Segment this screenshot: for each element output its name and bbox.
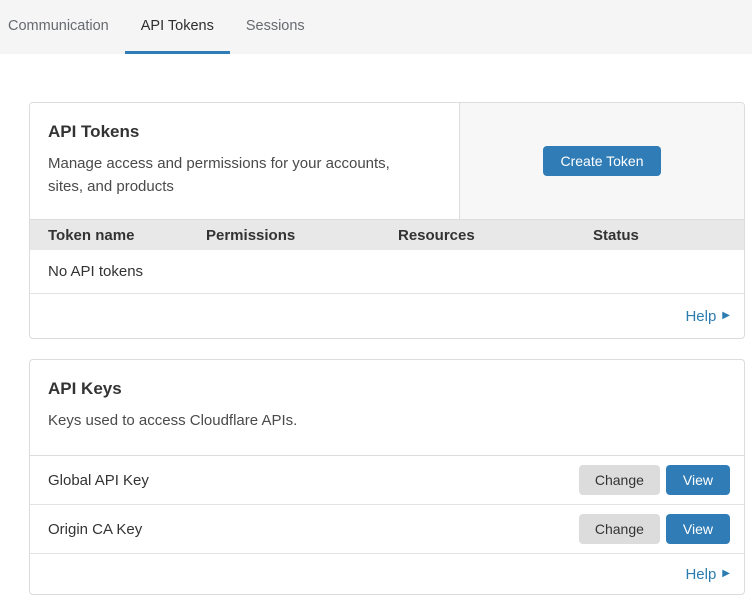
help-link-label: Help [685, 308, 716, 325]
column-header-token-name: Token name [48, 227, 206, 244]
create-token-button[interactable]: Create Token [543, 146, 660, 176]
api-keys-description: Keys used to access Cloudflare APIs. [48, 409, 428, 432]
tokens-empty-state: No API tokens [30, 250, 744, 294]
api-key-row-origin-ca: Origin CA Key Change View [30, 505, 744, 554]
api-tokens-description: Manage access and permissions for your a… [48, 152, 428, 199]
tab-sessions[interactable]: Sessions [230, 0, 321, 54]
tab-api-tokens[interactable]: API Tokens [125, 0, 230, 54]
tokens-help-row: Help ▶ [30, 294, 744, 338]
api-tokens-card-header-text: API Tokens Manage access and permissions… [30, 103, 460, 219]
change-origin-ca-key-button[interactable]: Change [579, 514, 660, 544]
api-key-row-global: Global API Key Change View [30, 456, 744, 505]
api-tokens-title: API Tokens [48, 122, 441, 142]
api-keys-card: API Keys Keys used to access Cloudflare … [29, 359, 745, 595]
keys-help-row: Help ▶ [30, 554, 744, 594]
tokens-table-header: Token name Permissions Resources Status [30, 220, 744, 250]
view-global-api-key-button[interactable]: View [666, 465, 730, 495]
api-tokens-card: API Tokens Manage access and permissions… [29, 102, 745, 339]
api-tokens-card-header-action: Create Token [460, 103, 744, 219]
api-keys-title: API Keys [48, 379, 726, 399]
column-header-permissions: Permissions [206, 227, 398, 244]
tab-bar: Communication API Tokens Sessions [0, 0, 752, 54]
help-arrow-icon: ▶ [722, 569, 730, 579]
tab-communication[interactable]: Communication [0, 0, 125, 54]
column-header-resources: Resources [398, 227, 593, 244]
api-key-actions: Change View [579, 465, 730, 495]
help-arrow-icon: ▶ [722, 311, 730, 321]
api-tokens-card-header: API Tokens Manage access and permissions… [30, 103, 744, 220]
keys-help-link[interactable]: Help ▶ [685, 566, 730, 583]
view-origin-ca-key-button[interactable]: View [666, 514, 730, 544]
help-link-label: Help [685, 566, 716, 583]
tokens-help-link[interactable]: Help ▶ [685, 308, 730, 325]
change-global-api-key-button[interactable]: Change [579, 465, 660, 495]
api-key-name: Global API Key [48, 472, 579, 489]
page-content: API Tokens Manage access and permissions… [0, 54, 752, 595]
api-keys-card-header: API Keys Keys used to access Cloudflare … [30, 360, 744, 456]
column-header-status: Status [593, 227, 744, 244]
api-key-name: Origin CA Key [48, 521, 579, 538]
api-key-actions: Change View [579, 514, 730, 544]
